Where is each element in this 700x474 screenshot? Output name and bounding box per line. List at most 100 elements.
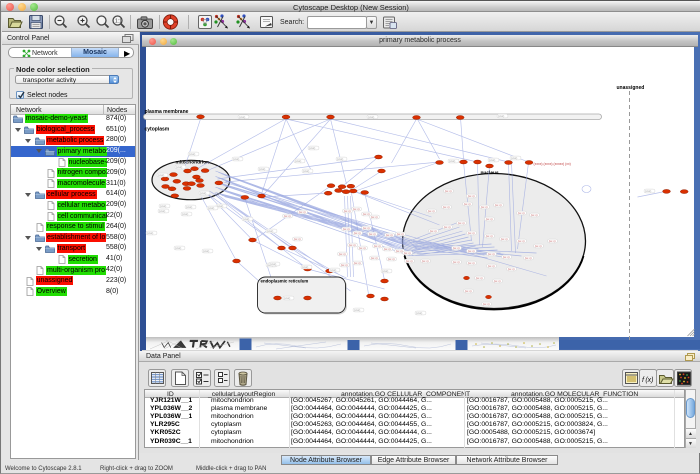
svg-text:(xx x): (xx x) bbox=[517, 239, 524, 243]
svg-text:(xx x): (xx x) bbox=[507, 267, 514, 271]
svg-text:(xx x): (xx x) bbox=[493, 279, 500, 283]
svg-text:(xx x): (xx x) bbox=[293, 237, 300, 241]
svg-text:(xxx): (xxx) bbox=[182, 212, 188, 216]
svg-text:(xx x): (xx x) bbox=[429, 229, 436, 233]
svg-text:(xxx): (xxx) bbox=[158, 173, 164, 177]
svg-text:(xxx): (xxx) bbox=[330, 268, 336, 272]
svg-text:(xx x): (xx x) bbox=[480, 205, 487, 209]
svg-text:(xx x): (xx x) bbox=[353, 261, 360, 265]
svg-text:endoplasmic reticulum: endoplasmic reticulum bbox=[260, 279, 308, 284]
svg-text:cytoplasm: cytoplasm bbox=[144, 127, 169, 133]
svg-text:(xx x): (xx x) bbox=[442, 205, 449, 209]
svg-text:(xxx): (xxx) bbox=[176, 165, 182, 169]
svg-text:(xxx): (xxx) bbox=[270, 262, 276, 266]
svg-text:1:1: 1:1 bbox=[115, 19, 122, 25]
svg-text:(xx x): (xx x) bbox=[387, 257, 394, 261]
svg-text:(xx x): (xx x) bbox=[298, 210, 305, 214]
svg-text:(xx x): (xx x) bbox=[467, 249, 474, 253]
svg-text:(xx x): (xx x) bbox=[502, 255, 509, 259]
svg-text:(xx x): (xx x) bbox=[395, 249, 402, 253]
svg-text:(xxx): (xxx) bbox=[175, 246, 181, 250]
svg-text:(xx x): (xx x) bbox=[494, 203, 501, 207]
svg-text:(xx x): (xx x) bbox=[362, 226, 369, 230]
svg-text:(xxx): (xxx) bbox=[302, 265, 308, 269]
svg-text:(xxx): (xxx) bbox=[259, 167, 265, 171]
svg-text:(xx x): (xx x) bbox=[500, 237, 507, 241]
svg-text:(xxx): (xxx) bbox=[208, 206, 214, 210]
svg-text:(xx x): (xx x) bbox=[427, 209, 434, 213]
svg-text:(xxx): (xxx) bbox=[233, 157, 239, 161]
svg-text:(xxx): (xxx) bbox=[186, 205, 192, 209]
svg-text:(xxx): (xxx) bbox=[189, 152, 195, 156]
svg-text:(xxx): (xxx) bbox=[337, 157, 343, 161]
svg-text:(xx x): (xx x) bbox=[467, 231, 474, 235]
svg-text:(xxx): (xxx) bbox=[295, 159, 301, 163]
svg-text:(xxx): (xxx) bbox=[449, 159, 455, 163]
svg-text:(xx x): (xx x) bbox=[444, 189, 451, 193]
svg-text:(xx x): (xx x) bbox=[340, 263, 347, 267]
svg-text:(xxx): (xxx) bbox=[160, 204, 166, 208]
svg-text:(xx x): (xx x) bbox=[403, 251, 410, 255]
svg-text:(xxxx) (xxxx) (xxxxx) (xx): (xxxx) (xxxx) (xxxxx) (xx) bbox=[533, 162, 570, 166]
svg-text:(xx x): (xx x) bbox=[485, 234, 492, 238]
svg-text:(xxx): (xxx) bbox=[243, 217, 249, 221]
svg-text:(xx x): (xx x) bbox=[534, 244, 541, 248]
svg-text:(xx x): (xx x) bbox=[467, 194, 474, 198]
svg-text:(xx x): (xx x) bbox=[485, 217, 492, 221]
svg-text:(xx x): (xx x) bbox=[353, 231, 360, 235]
svg-text:(xx x): (xx x) bbox=[383, 247, 390, 251]
svg-text:(xx x): (xx x) bbox=[373, 244, 380, 248]
svg-text:(xxx): (xxx) bbox=[203, 249, 209, 253]
svg-text:(xxx): (xxx) bbox=[147, 231, 153, 235]
svg-text:(xxx): (xxx) bbox=[416, 311, 422, 315]
svg-text:(xxx): (xxx) bbox=[382, 269, 388, 273]
svg-text:(xx x): (xx x) bbox=[396, 232, 403, 236]
svg-text:(xxx): (xxx) bbox=[303, 169, 309, 173]
svg-text:(xx x): (xx x) bbox=[283, 214, 290, 218]
svg-text:(xx x): (xx x) bbox=[370, 215, 377, 219]
svg-text:(xx x): (xx x) bbox=[370, 256, 377, 260]
svg-text:(xxx): (xxx) bbox=[511, 156, 517, 160]
svg-text:(xx x): (xx x) bbox=[452, 260, 459, 264]
svg-text:plasma membrane: plasma membrane bbox=[144, 109, 188, 115]
svg-text:(xx x): (xx x) bbox=[467, 261, 474, 265]
svg-text:(xx x): (xx x) bbox=[348, 243, 355, 247]
svg-text:(xx x): (xx x) bbox=[517, 211, 524, 215]
svg-text:(xx x): (xx x) bbox=[405, 259, 412, 263]
svg-text:(xx x): (xx x) bbox=[385, 233, 392, 237]
svg-text:unassigned: unassigned bbox=[616, 85, 644, 91]
svg-text:(xxx): (xxx) bbox=[239, 115, 245, 119]
svg-text:(xx x): (xx x) bbox=[524, 256, 531, 260]
svg-text:(xxx): (xxx) bbox=[645, 189, 651, 193]
svg-text:(xx x): (xx x) bbox=[338, 252, 345, 256]
svg-text:(xx x): (xx x) bbox=[362, 212, 369, 216]
svg-text:nucleus: nucleus bbox=[480, 170, 498, 176]
svg-text:(xx x): (xx x) bbox=[457, 221, 464, 225]
svg-text:(xx x): (xx x) bbox=[463, 202, 470, 206]
svg-text:(xx x): (xx x) bbox=[548, 239, 555, 243]
svg-text:(xx x): (xx x) bbox=[358, 246, 365, 250]
svg-text:(xxx): (xxx) bbox=[498, 114, 504, 118]
svg-text:(xxx): (xxx) bbox=[267, 229, 273, 233]
svg-text:(xx x): (xx x) bbox=[464, 289, 471, 293]
svg-text:(xxx): (xxx) bbox=[354, 308, 360, 312]
svg-text:(xx x): (xx x) bbox=[452, 246, 459, 250]
svg-text:(xxx): (xxx) bbox=[284, 296, 290, 300]
svg-text:(xxx): (xxx) bbox=[200, 191, 206, 195]
svg-text:(xxx): (xxx) bbox=[309, 146, 315, 150]
svg-text:(xx x): (xx x) bbox=[352, 207, 359, 211]
svg-text:(xx x): (xx x) bbox=[342, 227, 349, 231]
svg-text:(xx x): (xx x) bbox=[368, 232, 375, 236]
svg-text:(xx x): (xx x) bbox=[530, 213, 537, 217]
svg-text:(xxx): (xxx) bbox=[159, 209, 165, 213]
svg-text:(xx x): (xx x) bbox=[487, 252, 494, 256]
svg-text:(xx x): (xx x) bbox=[487, 264, 494, 268]
svg-text:(xxx): (xxx) bbox=[368, 115, 374, 119]
svg-text:(xx x): (xx x) bbox=[421, 259, 428, 263]
svg-text:(xx x): (xx x) bbox=[443, 225, 450, 229]
svg-text:f ​(x): f ​(x) bbox=[642, 377, 654, 384]
svg-text:(xx x): (xx x) bbox=[343, 209, 350, 213]
svg-text:(xx x): (xx x) bbox=[482, 302, 489, 306]
svg-text:(xx x): (xx x) bbox=[475, 276, 482, 280]
svg-text:(xxx): (xxx) bbox=[489, 158, 495, 162]
